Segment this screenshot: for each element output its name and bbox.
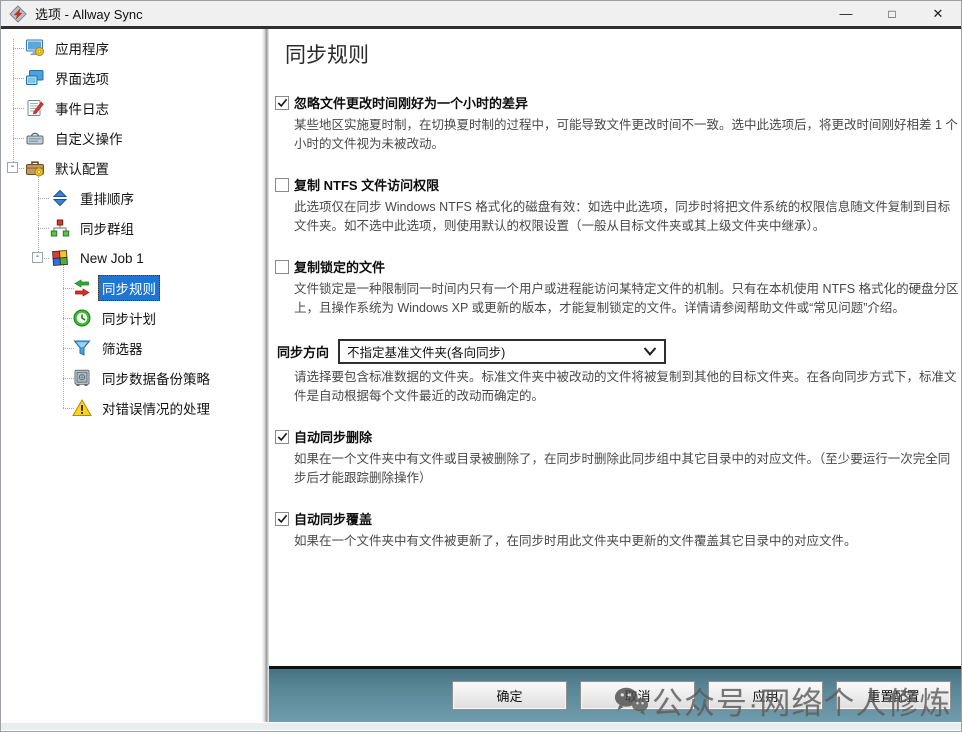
cancel-button[interactable]: 取消	[580, 681, 695, 710]
sidebar-item-application[interactable]: 应用程序	[1, 33, 262, 63]
error-handling-icon	[72, 398, 92, 418]
option-copy-ntfs-permissions: 复制 NTFS 文件访问权限 此选项仅在同步 Windows NTFS 格式化的…	[275, 175, 959, 236]
sidebar-item-label: 应用程序	[51, 35, 113, 61]
sync-schedule-icon	[72, 308, 92, 328]
sidebar-item-filters[interactable]: 筛选器	[1, 333, 262, 363]
window-body: 应用程序 界面选项 事件日志 自定	[1, 29, 961, 722]
sidebar-item-sync-group[interactable]: 同步群组	[1, 213, 262, 243]
checkmark-icon	[277, 98, 288, 108]
collapse-toggle-icon[interactable]: -	[7, 162, 18, 173]
sidebar-item-label: 重排顺序	[76, 185, 138, 211]
sync-rules-icon	[72, 278, 92, 298]
sidebar-item-label: 事件日志	[51, 95, 113, 121]
option-description: 如果在一个文件夹中有文件或目录被删除了，在同步时删除此同步组中其它目录中的对应文…	[294, 450, 959, 488]
sync-direction-select[interactable]: 不指定基准文件夹(各向同步)	[338, 339, 666, 364]
option-auto-sync-delete: 自动同步删除 如果在一个文件夹中有文件或目录被删除了，在同步时删除此同步组中其它…	[275, 427, 959, 488]
sidebar-item-event-log[interactable]: 事件日志	[1, 93, 262, 123]
sidebar-item-label: 对错误情况的处理	[98, 395, 214, 421]
sidebar-item-reorder[interactable]: 重排顺序	[1, 183, 262, 213]
ignore-hour-difference-checkbox[interactable]	[275, 96, 289, 110]
apply-button[interactable]: 应用	[708, 681, 823, 710]
default-config-icon	[25, 158, 45, 178]
page-title: 同步规则	[285, 39, 959, 69]
option-title: 复制锁定的文件	[294, 257, 385, 276]
copy-locked-files-checkbox[interactable]	[275, 260, 289, 274]
sidebar-item-label: New Job 1	[76, 248, 148, 269]
sync-direction-value: 不指定基准文件夹(各向同步)	[347, 342, 505, 361]
option-description: 文件锁定是一种限制同一时间内只有一个用户或进程能访问某特定文件的机制。只有在本机…	[294, 280, 959, 318]
reset-config-button[interactable]: 重置配置	[836, 681, 951, 710]
sync-direction-label: 同步方向	[277, 342, 329, 361]
sidebar-item-sync-rules[interactable]: 同步规则	[1, 273, 262, 303]
options-tree: 应用程序 界面选项 事件日志 自定	[1, 29, 262, 722]
reorder-icon	[50, 188, 70, 208]
sidebar-item-interface[interactable]: 界面选项	[1, 63, 262, 93]
window-bottom-edge	[1, 722, 961, 730]
collapse-toggle-icon[interactable]: -	[32, 252, 43, 263]
sync-rules-page: 同步规则 忽略文件更改时间刚好为一个小时的差异 某些地区实施夏时制，在切换夏时制…	[269, 29, 961, 666]
interface-icon	[25, 68, 45, 88]
option-description: 此选项仅在同步 Windows NTFS 格式化的磁盘有效：如选中此选项，同步时…	[294, 198, 959, 236]
option-title: 自动同步删除	[294, 427, 372, 446]
event-log-icon	[25, 98, 45, 118]
window-title: 选项 - Allway Sync	[35, 4, 143, 23]
sync-group-icon	[50, 218, 70, 238]
option-title: 自动同步覆盖	[294, 509, 372, 528]
sidebar-item-label: 同步规则	[98, 275, 160, 301]
sidebar-item-custom-actions[interactable]: 自定义操作	[1, 123, 262, 153]
sidebar-item-error-handling[interactable]: 对错误情况的处理	[1, 393, 262, 423]
option-sync-direction: 同步方向 不指定基准文件夹(各向同步) 请选择要包含标准数据的文件夹。标准文件夹…	[275, 339, 959, 406]
option-description: 某些地区实施夏时制，在切换夏时制的过程中，可能导致文件更改时间不一致。选中此选项…	[294, 116, 959, 154]
minimize-button[interactable]: —	[823, 0, 869, 28]
option-title: 复制 NTFS 文件访问权限	[294, 175, 439, 194]
main-panel: 同步规则 忽略文件更改时间刚好为一个小时的差异 某些地区实施夏时制，在切换夏时制…	[269, 29, 961, 722]
option-title: 忽略文件更改时间刚好为一个小时的差异	[294, 93, 528, 112]
sidebar-item-label: 自定义操作	[51, 125, 127, 151]
checkmark-icon	[277, 432, 288, 442]
sidebar-item-label: 同步群组	[76, 215, 138, 241]
auto-sync-delete-checkbox[interactable]	[275, 430, 289, 444]
close-button[interactable]: ✕	[915, 0, 961, 28]
sidebar-item-default-config[interactable]: - 默认配置	[1, 153, 262, 183]
checkmark-icon	[277, 514, 288, 524]
title-bar: 选项 - Allway Sync — □ ✕	[1, 1, 961, 29]
option-description: 如果在一个文件夹中有文件被更新了，在同步时用此文件夹中更新的文件覆盖其它目录中的…	[294, 532, 959, 551]
sidebar-item-label: 筛选器	[98, 335, 147, 361]
sidebar-item-label: 默认配置	[51, 155, 113, 181]
allway-sync-logo-icon	[9, 5, 27, 23]
option-auto-sync-overwrite: 自动同步覆盖 如果在一个文件夹中有文件被更新了，在同步时用此文件夹中更新的文件覆…	[275, 509, 959, 551]
option-ignore-hour-difference: 忽略文件更改时间刚好为一个小时的差异 某些地区实施夏时制，在切换夏时制的过程中，…	[275, 93, 959, 154]
ok-button[interactable]: 确定	[452, 681, 567, 710]
sidebar-item-label: 同步数据备份策略	[98, 365, 214, 391]
auto-sync-overwrite-checkbox[interactable]	[275, 512, 289, 526]
sidebar-item-label: 界面选项	[51, 65, 113, 91]
sidebar-item-new-job-1[interactable]: - New Job 1	[1, 243, 262, 273]
chevron-down-icon	[643, 347, 657, 356]
sidebar-item-sync-schedule[interactable]: 同步计划	[1, 303, 262, 333]
backup-policy-icon	[72, 368, 92, 388]
application-icon	[25, 38, 45, 58]
sidebar-separator	[262, 29, 269, 722]
sidebar-item-backup-policy[interactable]: 同步数据备份策略	[1, 363, 262, 393]
job-cube-icon	[50, 248, 70, 268]
copy-ntfs-permissions-checkbox[interactable]	[275, 178, 289, 192]
option-copy-locked-files: 复制锁定的文件 文件锁定是一种限制同一时间内只有一个用户或进程能访问某特定文件的…	[275, 257, 959, 318]
filter-icon	[72, 338, 92, 358]
sidebar-item-label: 同步计划	[98, 305, 160, 331]
maximize-button[interactable]: □	[869, 0, 915, 28]
dialog-button-bar: 确定 取消 应用 重置配置 公众号·网络个人修炼	[269, 666, 961, 722]
custom-actions-icon	[25, 128, 45, 148]
option-description: 请选择要包含标准数据的文件夹。标准文件夹中被改动的文件将被复制到其他的目标文件夹…	[294, 368, 959, 406]
